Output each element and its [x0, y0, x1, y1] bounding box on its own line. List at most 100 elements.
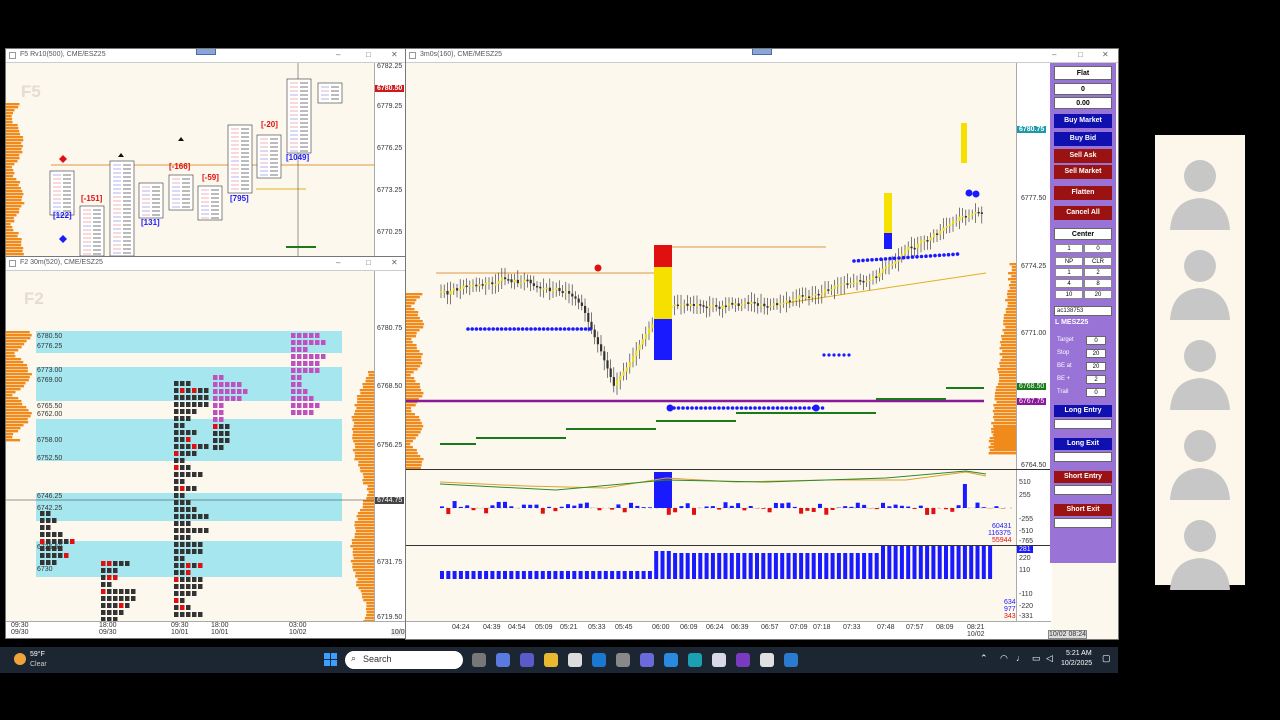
teams-chat-icon[interactable]: [640, 653, 654, 667]
minimize-icon[interactable]: –: [336, 50, 340, 59]
f2-titlebar[interactable]: F2 30m(520), CME/ESZ25 – □ ✕: [6, 257, 405, 271]
minimize-icon[interactable]: –: [336, 258, 340, 267]
tpo-letter: [174, 472, 179, 477]
profile-bar: [6, 199, 22, 202]
buy-market-button[interactable]: Buy Market: [1054, 114, 1112, 128]
tpo-letter: [174, 507, 179, 512]
qty-input[interactable]: 1: [1055, 244, 1083, 253]
f5-plot[interactable]: [6, 63, 374, 256]
stop-input[interactable]: 20: [1086, 349, 1106, 358]
flatten-button[interactable]: Flatten: [1054, 186, 1112, 200]
main-last-price: 6780.75: [1017, 126, 1047, 133]
osc-bar: [975, 546, 980, 579]
system-tray-chevron-icon[interactable]: ⌃: [980, 653, 988, 664]
participant-avatar-icon[interactable]: [1168, 330, 1232, 410]
qty-2-button[interactable]: 2: [1084, 268, 1112, 277]
buy-bid-button[interactable]: Buy Bid: [1054, 132, 1112, 146]
weather-icon[interactable]: [14, 653, 26, 665]
clr-button[interactable]: CLR: [1084, 257, 1112, 266]
tpo-letter: [192, 591, 197, 596]
task-view-icon[interactable]: [472, 653, 486, 667]
np-button[interactable]: NP: [1055, 257, 1083, 266]
notification-icon[interactable]: ▢: [1102, 653, 1111, 664]
tpo-letter: [297, 403, 302, 408]
outlook-icon[interactable]: [592, 653, 606, 667]
qty-1-button[interactable]: 1: [1055, 268, 1083, 277]
f2-plot[interactable]: [6, 271, 374, 621]
file-explorer-icon[interactable]: [544, 653, 558, 667]
maximize-icon[interactable]: □: [366, 258, 371, 267]
qty-4-button[interactable]: 4: [1055, 279, 1083, 288]
qty-10-button[interactable]: 10: [1055, 290, 1083, 299]
participant-avatar-icon[interactable]: [1168, 150, 1232, 230]
network-icon[interactable]: ▭: [1032, 653, 1041, 664]
candle-body: [929, 237, 932, 241]
word-icon[interactable]: [712, 653, 726, 667]
long-entry-button[interactable]: Long Entry: [1054, 405, 1112, 417]
short-entry-button[interactable]: Short Entry: [1054, 471, 1112, 483]
signal-dot: [901, 255, 906, 260]
qty-20-button[interactable]: 20: [1084, 290, 1112, 299]
microphone-icon[interactable]: ♩: [1016, 653, 1025, 663]
copilot-icon[interactable]: [496, 653, 510, 667]
short-entry-select[interactable]: [1054, 485, 1112, 495]
main-time-label: 06:39: [731, 624, 749, 631]
clock-date[interactable]: 10/2/2025: [1061, 660, 1092, 667]
osc-bar: [515, 571, 520, 579]
qty-8-button[interactable]: 8: [1084, 279, 1112, 288]
candle-body: [574, 296, 577, 299]
trail-input[interactable]: 0: [1086, 388, 1106, 397]
target-input[interactable]: 0: [1086, 336, 1106, 345]
short-exit-button[interactable]: Short Exit: [1054, 504, 1112, 516]
participant-avatar-icon[interactable]: [1168, 240, 1232, 320]
window-grip[interactable]: [752, 49, 772, 55]
window-grip[interactable]: [196, 49, 216, 55]
f5-volume-profile: [6, 103, 25, 256]
edge-icon[interactable]: [688, 653, 702, 667]
profile-bar: [6, 373, 32, 376]
sell-market-button[interactable]: Sell Market: [1054, 165, 1112, 179]
tpo-letter: [198, 395, 203, 400]
participant-avatar-icon[interactable]: [1168, 510, 1232, 590]
settings-icon[interactable]: [616, 653, 630, 667]
remote-desktop-icon[interactable]: [784, 653, 798, 667]
close-icon[interactable]: ✕: [391, 50, 398, 59]
close-icon[interactable]: ✕: [391, 258, 398, 267]
visual-studio-icon[interactable]: [736, 653, 750, 667]
trading-app-icon[interactable]: [760, 653, 774, 667]
qty-offset[interactable]: 0: [1084, 244, 1112, 253]
profile-bar: [6, 181, 21, 184]
short-exit-select[interactable]: [1054, 518, 1112, 528]
long-entry-select[interactable]: [1054, 419, 1112, 429]
wifi-icon[interactable]: ◠: [1000, 653, 1008, 664]
volume-icon[interactable]: ◁: [1046, 653, 1053, 664]
minimize-icon[interactable]: –: [1052, 50, 1056, 59]
profile-bar: [1008, 272, 1016, 275]
mail-icon[interactable]: [664, 653, 678, 667]
main-price-plot[interactable]: [406, 63, 1016, 469]
store-icon[interactable]: [568, 653, 582, 667]
start-icon[interactable]: [324, 653, 338, 667]
signal-dot: [820, 406, 825, 410]
long-exit-button[interactable]: Long Exit: [1054, 438, 1112, 450]
maximize-icon[interactable]: □: [1078, 50, 1083, 59]
be-at-input[interactable]: 20: [1086, 362, 1106, 371]
close-icon[interactable]: ✕: [1102, 50, 1109, 59]
weather-temp[interactable]: 59°F: [30, 651, 45, 658]
cancel-all-button[interactable]: Cancel All: [1054, 206, 1112, 220]
tpo-letter: [291, 333, 296, 338]
long-exit-select[interactable]: [1054, 452, 1112, 462]
tpo-letter: [180, 458, 185, 463]
taskbar-search-box[interactable]: ⌕ Search: [345, 651, 463, 669]
maximize-icon[interactable]: □: [366, 50, 371, 59]
signal-dot: [972, 190, 980, 198]
clock-time[interactable]: 5:21 AM: [1066, 650, 1092, 657]
candle-body: [910, 246, 913, 249]
participant-avatar-icon[interactable]: [1168, 420, 1232, 500]
account-select[interactable]: ac138753: [1054, 306, 1112, 316]
center-button[interactable]: Center: [1054, 228, 1112, 240]
tpo-letter: [192, 542, 197, 547]
teams-icon[interactable]: [520, 653, 534, 667]
be-plus-input[interactable]: 2: [1086, 375, 1106, 384]
sell-ask-button[interactable]: Sell Ask: [1054, 149, 1112, 163]
